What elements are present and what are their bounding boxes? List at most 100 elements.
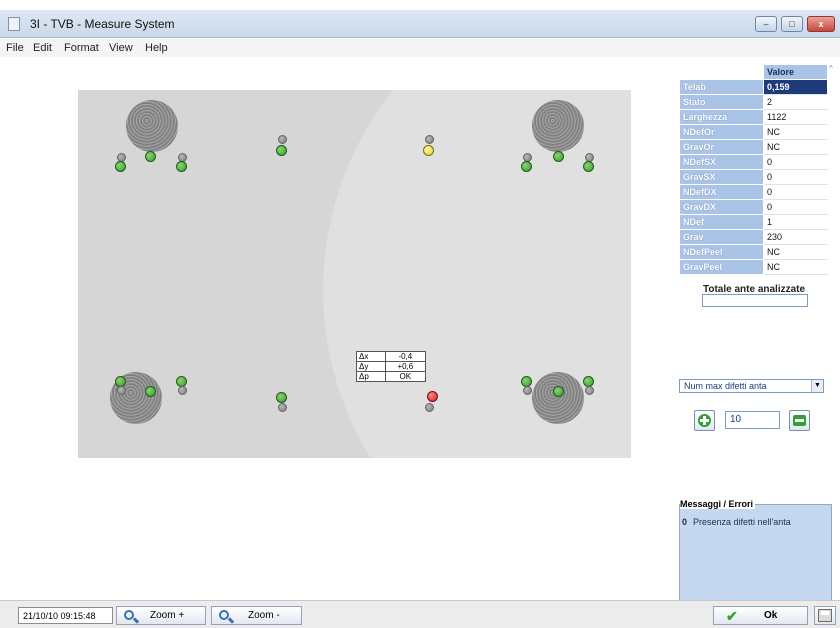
pad-bottom-right [532,372,584,424]
chevron-down-icon[interactable]: ▼ [811,380,823,392]
zoom-in-label: Zoom + [150,610,185,621]
window-title: 3I - TVB - Measure System [30,17,175,31]
property-key: GravDX [679,199,764,215]
property-key: Stato [679,94,764,110]
property-value[interactable]: 0,159 [763,79,828,95]
minimize-button[interactable]: – [755,16,777,32]
check-icon: ✔ [726,608,738,624]
message-code: 0 [682,517,688,527]
property-value[interactable]: NC [763,259,828,275]
zoom-out-label: Zoom - [248,610,280,621]
minus-icon [793,415,806,426]
property-grid-header: Valore [763,64,828,80]
max-defects-field[interactable]: 10 [725,411,780,429]
property-key: NDefDX [679,184,764,200]
sensor-ok[interactable] [276,145,287,156]
delta-value: OK [384,371,427,382]
property-key: NDefSX [679,154,764,170]
property-key: GravPeel [679,259,764,275]
scroll-up-icon[interactable]: ^ [829,64,837,76]
zoom-out-button[interactable]: Zoom - [211,606,302,625]
decrement-button[interactable] [789,410,810,431]
delta-value: +0,6 [384,361,427,372]
close-icon: x [818,19,824,29]
menu-file[interactable]: File [6,42,24,54]
maximize-button[interactable]: □ [781,16,803,32]
property-grid: Valore Telab 0,159 Stato 2 Larghezza 1122 N… [679,64,828,275]
property-value[interactable]: 0 [763,154,828,170]
increment-button[interactable] [694,410,715,431]
save-button[interactable] [814,606,836,625]
sensor-ok[interactable] [145,151,156,162]
property-key: Grav [679,229,764,245]
plus-icon [698,414,711,427]
pad-top-right [532,100,584,152]
menu-help[interactable]: Help [145,42,168,54]
zoom-out-icon [219,610,229,620]
close-button[interactable]: x [807,16,835,32]
ok-label: Ok [764,610,778,621]
maximize-icon: □ [789,19,795,29]
sensor-ok[interactable] [583,161,594,172]
sensor-marker [117,386,126,395]
property-value[interactable]: 2 [763,94,828,110]
delta-label: Δy [356,361,386,372]
property-key: GravSX [679,169,764,185]
minimize-icon: – [763,19,769,29]
property-value[interactable]: 0 [763,184,828,200]
sensor-marker [585,386,594,395]
delta-value: -0,4 [384,351,427,362]
delta-label: Δp [356,371,386,382]
app-icon [8,17,20,31]
sensor-marker [425,135,434,144]
sensor-marker [425,403,434,412]
menu-format[interactable]: Format [64,42,99,54]
datetime-display: 21/10/10 09:15:48 [18,607,113,624]
sensor-ok[interactable] [553,386,564,397]
sensor-ok[interactable] [276,392,287,403]
sensor-ok[interactable] [521,161,532,172]
sensor-ok[interactable] [553,151,564,162]
menu-view[interactable]: View [109,42,133,54]
totale-field[interactable] [702,294,808,307]
property-value[interactable]: 1 [763,214,828,230]
pad-top-left [126,100,178,152]
sensor-ok[interactable] [115,161,126,172]
title-bar: 3I - TVB - Measure System – □ x [0,10,840,38]
sensor-defect[interactable] [427,391,438,402]
status-bar: 21/10/10 09:15:48 Zoom + Zoom - ✔ Ok [0,600,840,628]
messages-caption: Messaggi / Errori [680,499,756,509]
property-value[interactable]: 1122 [763,109,828,125]
inspection-canvas[interactable] [78,90,631,458]
property-value[interactable]: NC [763,244,828,260]
sensor-marker [523,386,532,395]
sensor-warning[interactable] [423,145,434,156]
property-key: Larghezza [679,109,764,125]
property-key: GravOr [679,139,764,155]
property-value[interactable]: 0 [763,169,828,185]
ok-button[interactable]: ✔ Ok [713,606,808,625]
property-key: NDef [679,214,764,230]
sensor-marker [278,135,287,144]
property-value[interactable]: NC [763,139,828,155]
zoom-in-button[interactable]: Zoom + [116,606,206,625]
defects-combo-value: Num max difetti anta [684,381,767,391]
defects-combo[interactable]: Num max difetti anta ▼ [679,379,824,393]
property-key: NDefPeel [679,244,764,260]
menu-bar: File Edit Format View Help [0,39,840,57]
sensor-ok[interactable] [145,386,156,397]
property-key: Telab [679,79,764,95]
message-item[interactable]: 0 Presenza difetti nell'anta [682,517,791,527]
sensor-ok[interactable] [176,161,187,172]
sensor-marker [178,386,187,395]
delta-readout: Δx -0,4 Δy +0,6 Δp OK [356,351,427,382]
menu-edit[interactable]: Edit [33,42,52,54]
property-key: NDefOr [679,124,764,140]
property-value[interactable]: 0 [763,199,828,215]
property-grid-corner [679,64,764,80]
delta-label: Δx [356,351,386,362]
property-value[interactable]: 230 [763,229,828,245]
property-value[interactable]: NC [763,124,828,140]
message-text: Presenza difetti nell'anta [693,517,791,527]
canvas-highlight [323,90,631,458]
